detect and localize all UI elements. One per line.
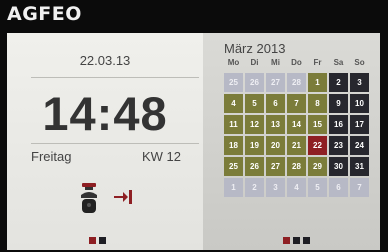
calendar-day[interactable]: 12 bbox=[245, 115, 264, 134]
calendar-day[interactable]: 23 bbox=[329, 136, 348, 155]
weekday-header: Mi bbox=[271, 58, 280, 67]
calendar-day[interactable]: 1 bbox=[308, 73, 327, 92]
calendar-day[interactable]: 3 bbox=[350, 73, 369, 92]
weekday-header: Mo bbox=[227, 58, 240, 67]
calendar-day[interactable]: 30 bbox=[329, 157, 348, 176]
page-dot[interactable] bbox=[303, 237, 310, 244]
weekday-header: Sa bbox=[333, 58, 344, 67]
calendar-day[interactable]: 4 bbox=[287, 178, 306, 197]
page-dot[interactable] bbox=[283, 237, 290, 244]
calendar-day[interactable]: 14 bbox=[287, 115, 306, 134]
calendar-day[interactable]: 2 bbox=[245, 178, 264, 197]
calendar-day[interactable]: 7 bbox=[287, 94, 306, 113]
clock-panel: 22.03.13 14:48 Freitag KW 12 bbox=[7, 33, 203, 250]
weekday-header: Di bbox=[250, 58, 259, 67]
calendar-day[interactable]: 26 bbox=[245, 157, 264, 176]
weekday-header: So bbox=[354, 58, 365, 67]
weekday-header: Do bbox=[291, 58, 302, 67]
call-forward-icon[interactable] bbox=[113, 190, 133, 204]
calendar-day[interactable]: 4 bbox=[224, 94, 243, 113]
calendar-day[interactable]: 13 bbox=[266, 115, 285, 134]
calendar-day[interactable]: 20 bbox=[266, 136, 285, 155]
page-dot[interactable] bbox=[89, 237, 96, 244]
calendar-day[interactable]: 8 bbox=[308, 94, 327, 113]
divider bbox=[31, 143, 199, 144]
calendar-day[interactable]: 2 bbox=[329, 73, 348, 92]
calendar-month-title: März 2013 bbox=[224, 41, 286, 56]
weekday-header: Fr bbox=[313, 58, 322, 67]
calendar-day[interactable]: 11 bbox=[224, 115, 243, 134]
calendar-day[interactable]: 5 bbox=[308, 178, 327, 197]
calendar-day[interactable]: 28 bbox=[287, 157, 306, 176]
current-date: 22.03.13 bbox=[79, 53, 131, 68]
calendar-day[interactable]: 25 bbox=[224, 73, 243, 92]
calendar-day[interactable]: 25 bbox=[224, 157, 243, 176]
calendar-day[interactable]: 10 bbox=[350, 94, 369, 113]
telephone-icon[interactable] bbox=[78, 183, 100, 215]
calendar-day[interactable]: 3 bbox=[266, 178, 285, 197]
calendar-day-today[interactable]: 22 bbox=[308, 136, 327, 155]
weekday-label: Freitag bbox=[31, 149, 72, 164]
brand-logo: AGFEO bbox=[7, 3, 82, 25]
page-dot[interactable] bbox=[99, 237, 106, 244]
page-indicator-right[interactable] bbox=[283, 237, 310, 244]
calendar-day[interactable]: 27 bbox=[266, 157, 285, 176]
calendar-panel: März 2013 Mo Di Mi Do Fr Sa So 25 26 27 28 1 2 3 4 5 6 7… bbox=[203, 33, 380, 250]
calendar-day[interactable]: 6 bbox=[329, 178, 348, 197]
calendar-day[interactable]: 5 bbox=[245, 94, 264, 113]
display-screen: 22.03.13 14:48 Freitag KW 12 März 2013 M… bbox=[7, 33, 380, 250]
calendar-day[interactable]: 6 bbox=[266, 94, 285, 113]
calendar-day[interactable]: 19 bbox=[245, 136, 264, 155]
calendar-day[interactable]: 18 bbox=[224, 136, 243, 155]
calendar-day[interactable]: 29 bbox=[308, 157, 327, 176]
current-time: 14:48 bbox=[42, 87, 168, 140]
page-dot[interactable] bbox=[293, 237, 300, 244]
calendar-day[interactable]: 24 bbox=[350, 136, 369, 155]
calendar-week-label: KW 12 bbox=[141, 149, 181, 164]
calendar-day[interactable]: 31 bbox=[350, 157, 369, 176]
calendar-day[interactable]: 1 bbox=[224, 178, 243, 197]
calendar-day[interactable]: 17 bbox=[350, 115, 369, 134]
weekday-header-row: Mo Di Mi Do Fr Sa So bbox=[224, 58, 369, 67]
calendar-day[interactable]: 21 bbox=[287, 136, 306, 155]
divider bbox=[31, 77, 199, 78]
calendar-day[interactable]: 28 bbox=[287, 73, 306, 92]
calendar-day[interactable]: 16 bbox=[329, 115, 348, 134]
calendar-day[interactable]: 27 bbox=[266, 73, 285, 92]
page-indicator-left[interactable] bbox=[89, 237, 106, 244]
calendar-day[interactable]: 7 bbox=[350, 178, 369, 197]
calendar-day[interactable]: 26 bbox=[245, 73, 264, 92]
calendar-day[interactable]: 15 bbox=[308, 115, 327, 134]
calendar-day[interactable]: 9 bbox=[329, 94, 348, 113]
calendar-grid: 25 26 27 28 1 2 3 4 5 6 7 8 9 10 11 12 13 14 15 16 17 18 19 20 2… bbox=[224, 73, 369, 197]
